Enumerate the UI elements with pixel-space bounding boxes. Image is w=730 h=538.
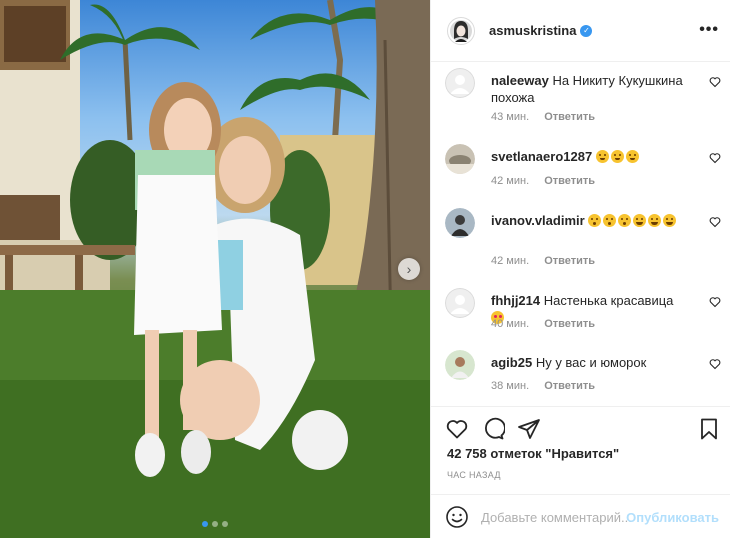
comment-meta: 43 мин. Ответить bbox=[491, 111, 595, 123]
photo-scene bbox=[0, 0, 430, 538]
comment-username[interactable]: fhhjj214 bbox=[491, 293, 540, 308]
publish-comment-button[interactable]: Опубликовать bbox=[626, 510, 719, 525]
comment-time: 40 мин. bbox=[491, 318, 530, 330]
comment-time: 38 мин. bbox=[491, 380, 530, 392]
commenter-avatar[interactable] bbox=[445, 144, 475, 174]
comment-body: svetlanaero1287 bbox=[491, 148, 689, 165]
comment-meta: 42 мин. Ответить bbox=[491, 255, 595, 267]
comment-username[interactable]: naleeway bbox=[491, 73, 549, 88]
next-slide-button[interactable]: › bbox=[398, 258, 420, 280]
like-comment-heart-icon[interactable] bbox=[709, 76, 721, 88]
reply-button[interactable]: Ответить bbox=[544, 318, 595, 330]
comments-list[interactable]: naleeway На Никиту Кукушкина похожа 43 м… bbox=[431, 62, 730, 406]
carousel-dot-active bbox=[202, 521, 208, 527]
like-comment-heart-icon[interactable] bbox=[709, 152, 721, 164]
carousel-indicator bbox=[0, 521, 430, 527]
save-bookmark-icon[interactable] bbox=[697, 417, 721, 441]
more-options-icon[interactable]: ••• bbox=[699, 21, 719, 39]
likes-count[interactable]: 42 758 отметок "Нравится" bbox=[447, 446, 619, 461]
reply-button[interactable]: Ответить bbox=[544, 111, 595, 123]
commenter-avatar-default-icon[interactable] bbox=[445, 288, 475, 318]
comment-meta: 38 мин. Ответить bbox=[491, 380, 595, 392]
comment-body: naleeway На Никиту Кукушкина похожа bbox=[491, 72, 689, 106]
comment-text: Настенька красавица bbox=[543, 293, 674, 308]
author-username[interactable]: asmuskristina bbox=[489, 23, 576, 38]
comment-time: 42 мин. bbox=[491, 255, 530, 267]
like-comment-heart-icon[interactable] bbox=[709, 358, 721, 370]
comment-time: 43 мин. bbox=[491, 111, 530, 123]
astonished-emoji-icon bbox=[603, 214, 617, 227]
smiling-emoji-icon bbox=[633, 214, 647, 227]
reply-button[interactable]: Ответить bbox=[544, 175, 595, 187]
smiling-emoji-icon bbox=[648, 214, 662, 227]
author-avatar[interactable] bbox=[447, 16, 475, 45]
add-comment-section: Опубликовать bbox=[431, 494, 730, 538]
commenter-avatar-default-icon[interactable] bbox=[445, 68, 475, 98]
verified-badge-icon: ✓ bbox=[580, 24, 593, 37]
carousel-dot bbox=[212, 521, 218, 527]
comment-username[interactable]: svetlanaero1287 bbox=[491, 149, 592, 164]
laughing-tears-emoji-icon bbox=[595, 150, 609, 163]
carousel-dot bbox=[222, 521, 228, 527]
comment-body: ivanov.vladimir bbox=[491, 212, 689, 229]
smiling-emoji-icon bbox=[663, 214, 677, 227]
comment-time: 42 мин. bbox=[491, 175, 530, 187]
reply-button[interactable]: Ответить bbox=[544, 255, 595, 267]
comment-body: agib25 Ну у вас и юморок bbox=[491, 354, 689, 371]
comment-bubble-icon[interactable] bbox=[481, 417, 505, 441]
share-direct-icon[interactable] bbox=[517, 417, 541, 441]
post-actions-bar bbox=[431, 406, 730, 446]
commenter-avatar[interactable] bbox=[445, 350, 475, 380]
laughing-tears-emoji-icon bbox=[610, 150, 624, 163]
emoji-picker-icon[interactable] bbox=[445, 505, 469, 529]
comment-meta: 42 мин. Ответить bbox=[491, 175, 595, 187]
comment-text: Ну у вас и юморок bbox=[535, 355, 647, 370]
like-comment-heart-icon[interactable] bbox=[709, 216, 721, 228]
astonished-emoji-icon bbox=[588, 214, 602, 227]
comment-username[interactable]: agib25 bbox=[491, 355, 532, 370]
post-header: asmuskristina ✓ ••• bbox=[431, 0, 730, 62]
post-timestamp[interactable]: час назад bbox=[447, 470, 501, 480]
astonished-emoji-icon bbox=[618, 214, 632, 227]
commenter-avatar[interactable] bbox=[445, 208, 475, 238]
reply-button[interactable]: Ответить bbox=[544, 380, 595, 392]
like-comment-heart-icon[interactable] bbox=[709, 296, 721, 308]
post-photo[interactable]: › bbox=[0, 0, 430, 538]
post-side-panel: asmuskristina ✓ ••• naleeway На Никиту К… bbox=[430, 0, 730, 538]
laughing-tears-emoji-icon bbox=[625, 150, 639, 163]
like-heart-icon[interactable] bbox=[445, 417, 469, 441]
comment-meta: 40 мин. Ответить bbox=[491, 318, 595, 330]
comment-input[interactable] bbox=[481, 507, 631, 527]
comment-username[interactable]: ivanov.vladimir bbox=[491, 213, 585, 228]
